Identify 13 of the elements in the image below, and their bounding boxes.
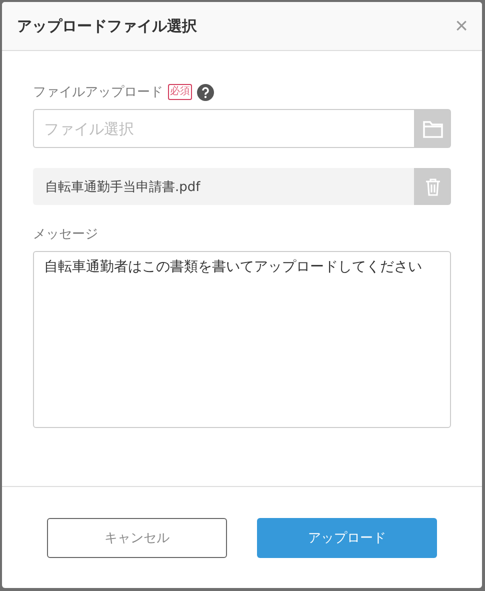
file-name: 自転車通勤手当申請書.pdf	[44, 178, 200, 196]
trash-icon[interactable]	[414, 168, 451, 205]
field-label: メッセージ	[33, 226, 99, 243]
upload-button[interactable]: アップロード	[257, 518, 437, 558]
dialog-title: アップロードファイル選択	[17, 16, 197, 36]
field-label: ファイルアップロード	[33, 84, 163, 101]
folder-icon[interactable]	[414, 109, 451, 148]
help-icon[interactable]	[197, 84, 214, 100]
message-field[interactable]: 自転車通勤者はこの書類を書いてアップロードしてください	[33, 251, 451, 428]
required-badge: 必須	[168, 84, 192, 100]
close-button[interactable]: ×	[455, 15, 468, 37]
file-select-field[interactable]: ファイル選択	[33, 109, 414, 148]
cancel-button[interactable]: キャンセル	[47, 518, 227, 558]
